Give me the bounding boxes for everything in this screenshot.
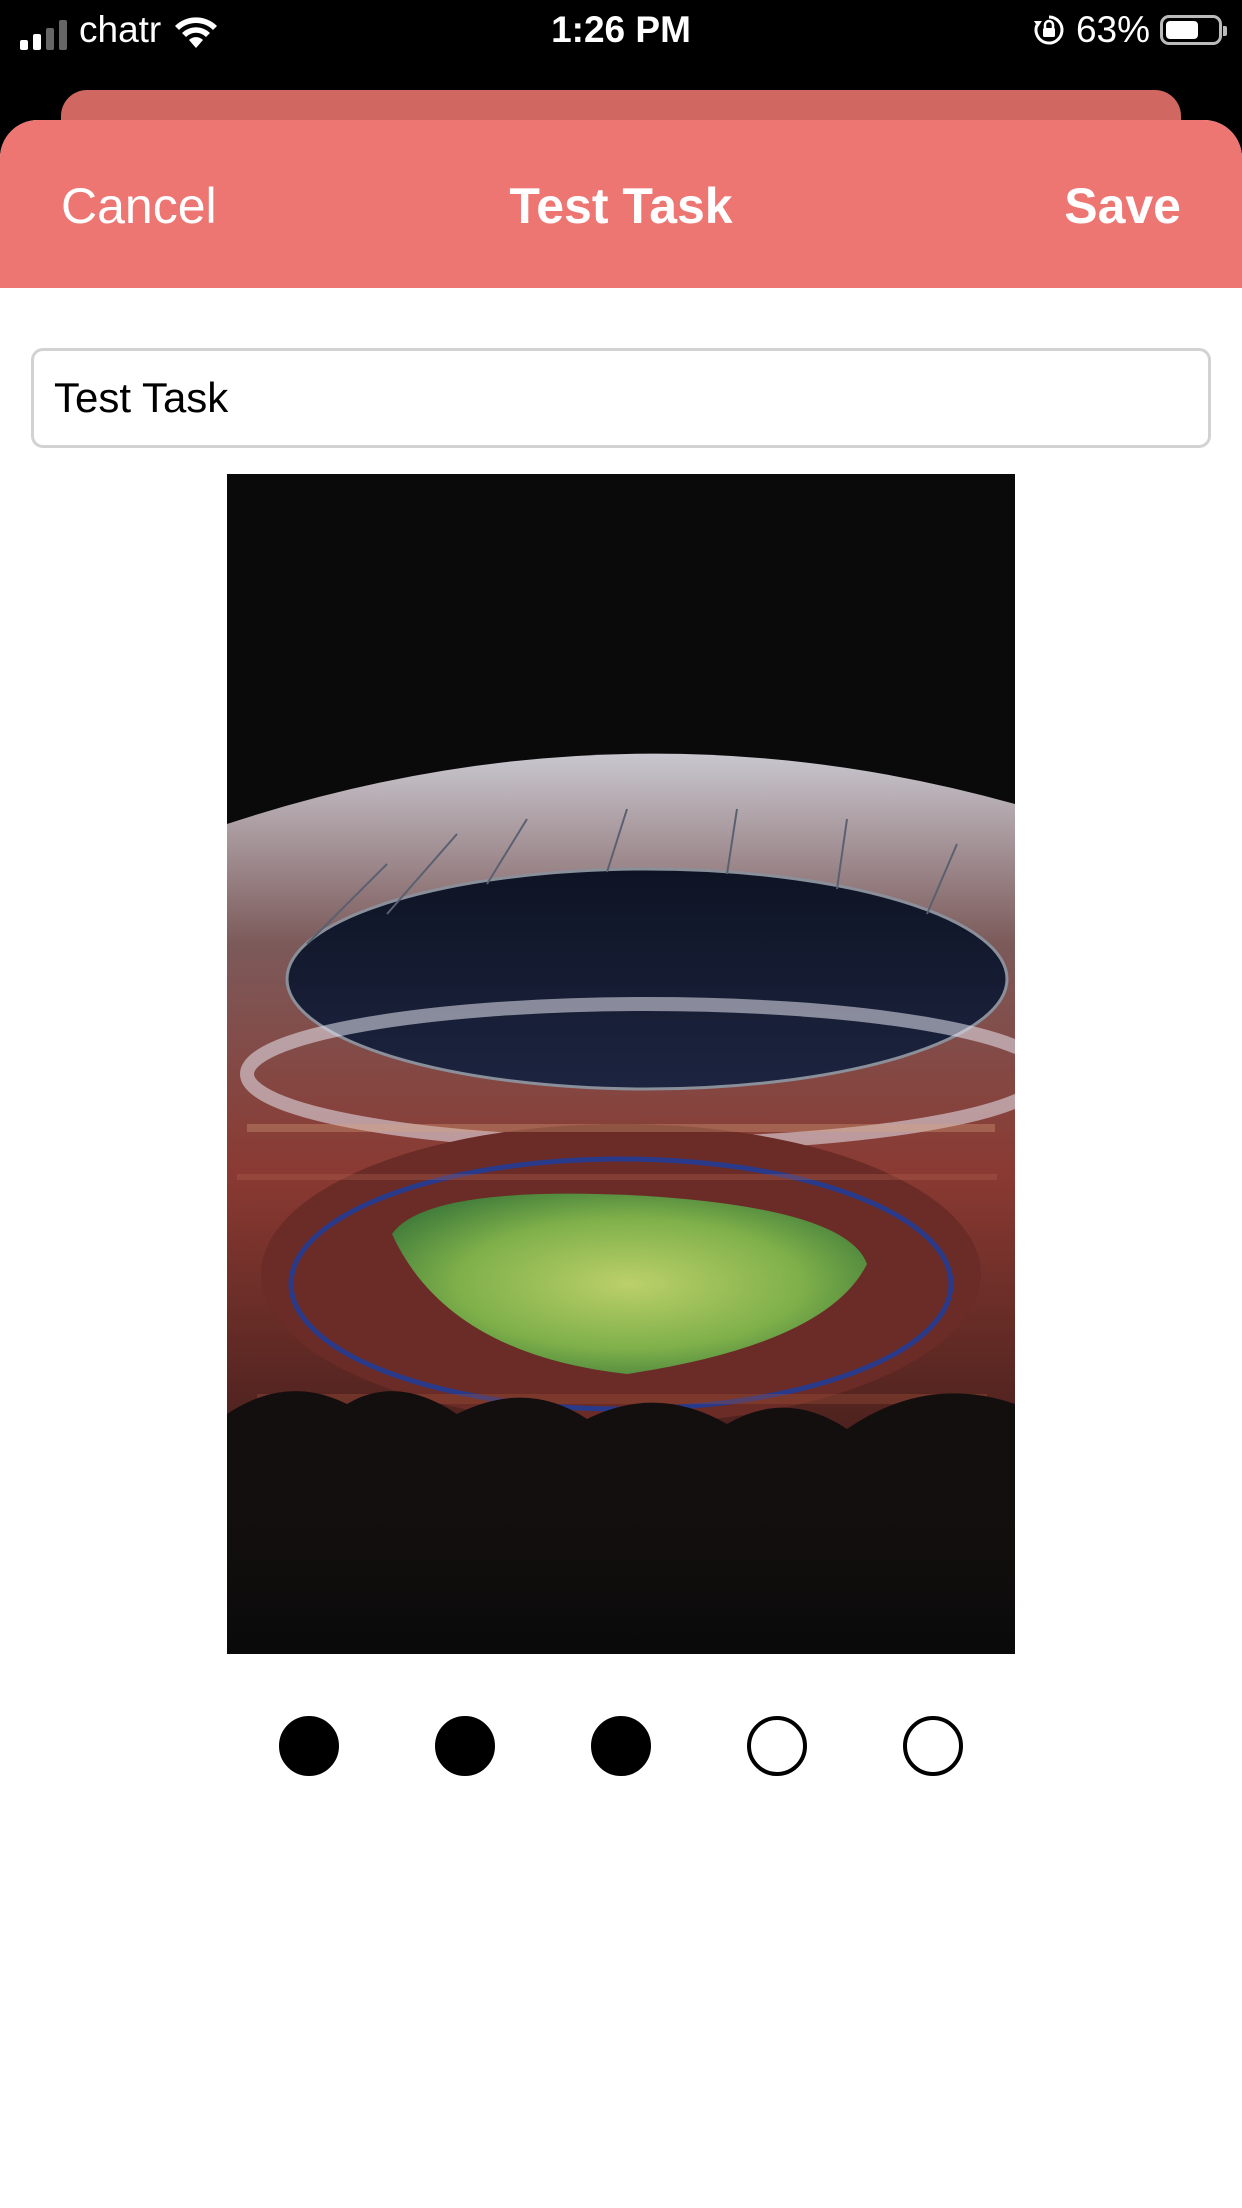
status-bar: chatr 1:26 PM 63% (0, 0, 1242, 62)
rotation-lock-icon (1033, 15, 1064, 45)
stadium-illustration (227, 474, 1015, 1654)
task-name-input[interactable] (31, 348, 1211, 448)
rating-dot-5[interactable] (903, 1716, 963, 1776)
task-edit-sheet: Cancel Test Task Save (0, 120, 1242, 2208)
rating-dots (0, 1716, 1242, 1780)
rating-dot-1[interactable] (279, 1716, 339, 1776)
rating-dot-2[interactable] (435, 1716, 495, 1776)
task-image[interactable] (227, 474, 1015, 1654)
rating-dot-4[interactable] (747, 1716, 807, 1776)
navigation-bar: Cancel Test Task Save (0, 120, 1242, 288)
battery-icon (1160, 15, 1227, 45)
status-right: 63% (1032, 9, 1227, 50)
battery-percent: 63% (1075, 9, 1150, 50)
rating-dot-3[interactable] (591, 1716, 651, 1776)
save-button[interactable]: Save (1064, 176, 1181, 236)
page-title: Test Task (509, 178, 733, 234)
